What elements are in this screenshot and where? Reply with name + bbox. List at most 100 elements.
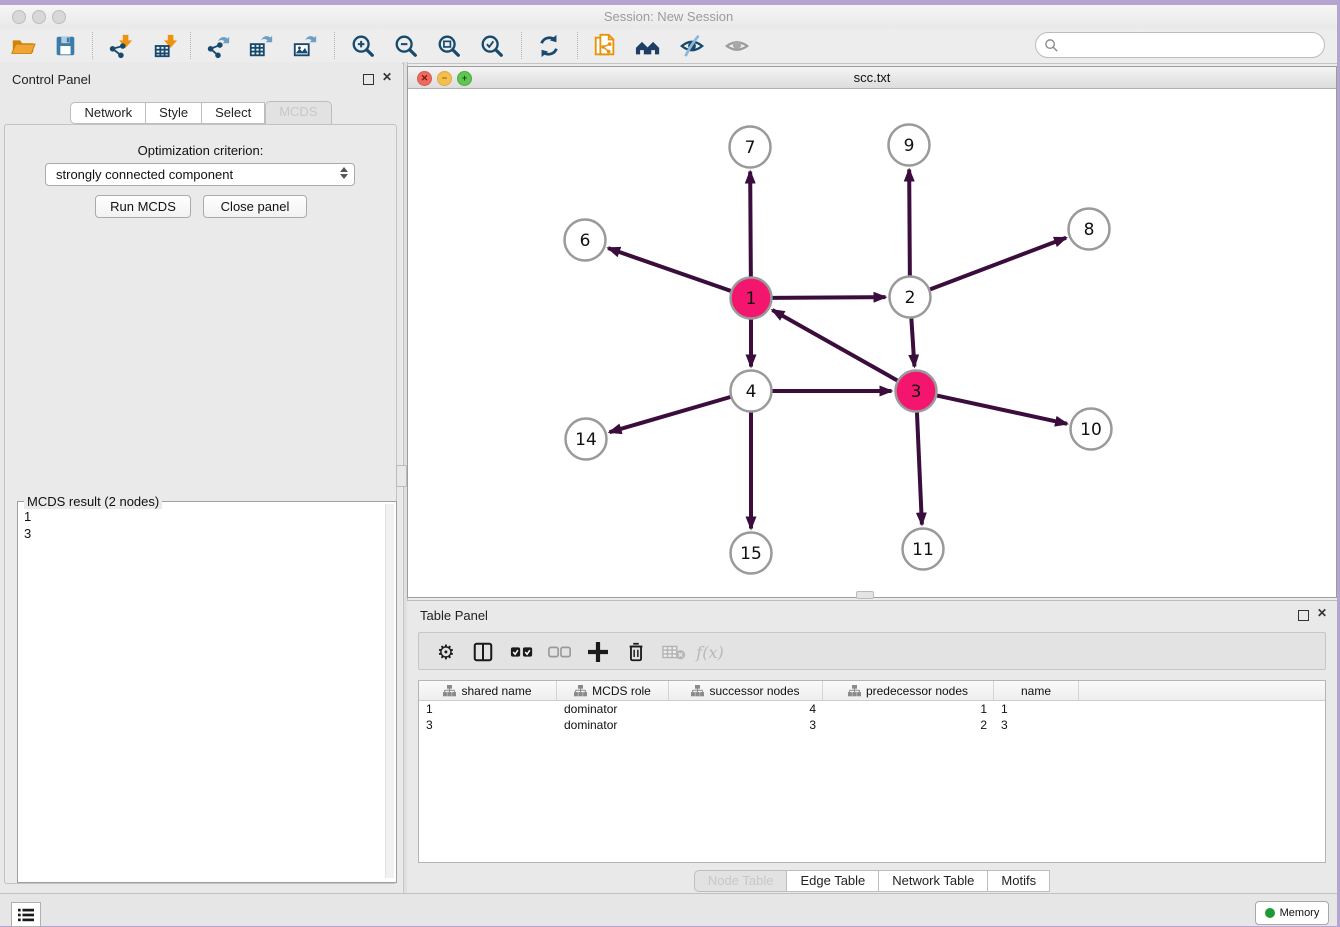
network-minimize-button[interactable]: −: [437, 71, 452, 86]
table-row-2[interactable]: 3dominator323: [419, 717, 1325, 733]
import-table-icon[interactable]: [150, 31, 180, 61]
graph-node-10[interactable]: 10: [1071, 409, 1112, 450]
criterion-dropdown[interactable]: strongly connected component: [45, 163, 355, 186]
graph-edge-1-7[interactable]: [750, 171, 751, 276]
graph-edge-2-9[interactable]: [909, 169, 910, 275]
create-column-icon[interactable]: [583, 637, 613, 667]
tab-select[interactable]: Select: [202, 102, 265, 124]
network-close-button[interactable]: ✕: [417, 71, 432, 86]
close-panel-icon[interactable]: ✕: [382, 70, 392, 84]
window-titlebar: Session: New Session: [0, 5, 1337, 29]
network-maximize-button[interactable]: +: [457, 71, 472, 86]
graph-node-3[interactable]: 3: [896, 371, 937, 412]
show-hidden-icon[interactable]: [722, 31, 752, 61]
search-box[interactable]: [1035, 32, 1325, 58]
tab-motifs[interactable]: Motifs: [988, 870, 1050, 892]
window-zoom-button[interactable]: [52, 10, 66, 24]
tab-edge-table[interactable]: Edge Table: [787, 870, 879, 892]
tab-network[interactable]: Network: [70, 102, 146, 124]
graph-edge-1-6[interactable]: [608, 248, 731, 291]
graph-edge-2-3[interactable]: [911, 318, 914, 366]
horizontal-splitter-handle[interactable]: [856, 591, 874, 599]
zoom-in-icon[interactable]: [348, 31, 378, 61]
zoom-fit-icon[interactable]: [434, 31, 464, 61]
mcds-result-text[interactable]: 1 3: [24, 508, 31, 542]
cell-mcds_role[interactable]: dominator: [557, 717, 669, 733]
close-panel-button[interactable]: Close panel: [203, 195, 307, 218]
vertical-splitter-handle[interactable]: [396, 465, 407, 487]
network-graph-canvas[interactable]: 7 9 6 8 1 2 4 3 14 10 15 11: [408, 89, 1336, 597]
function-builder-icon: f(x): [695, 637, 725, 667]
save-session-icon[interactable]: [50, 31, 80, 61]
table-panel-title: Table Panel: [420, 608, 488, 623]
float-table-panel-button[interactable]: [1298, 608, 1309, 626]
window-close-button[interactable]: [12, 10, 26, 24]
cell-shared_name[interactable]: 3: [419, 717, 557, 733]
search-input[interactable]: [1064, 37, 1324, 54]
graph-edge-3-1[interactable]: [772, 310, 897, 380]
graph-node-14[interactable]: 14: [566, 419, 607, 460]
graph-edge-2-8[interactable]: [930, 238, 1066, 290]
graph-edge-3-11[interactable]: [917, 412, 922, 524]
close-table-panel-icon[interactable]: ✕: [1317, 606, 1327, 620]
network-view-window: ✕ − + scc.txt 7 9 6 8 1 2 4 3 14 10 15 11: [407, 66, 1337, 598]
cell-mcds_role[interactable]: dominator: [557, 701, 669, 717]
hide-selected-icon[interactable]: [677, 31, 707, 61]
tab-mcds[interactable]: MCDS: [265, 101, 331, 125]
memory-button[interactable]: Memory: [1255, 901, 1329, 925]
column-header-mcds_role[interactable]: MCDS role: [557, 681, 669, 700]
graph-node-9[interactable]: 9: [889, 125, 930, 166]
tab-node-table[interactable]: Node Table: [694, 870, 788, 892]
tab-style[interactable]: Style: [146, 102, 202, 124]
column-header-predecessor_nodes[interactable]: predecessor nodes: [823, 681, 994, 700]
import-network-icon[interactable]: [105, 31, 135, 61]
svg-text:7: 7: [745, 138, 756, 158]
cell-predecessor_nodes[interactable]: 1: [823, 701, 994, 717]
export-image-icon[interactable]: [290, 31, 320, 61]
first-neighbors-icon[interactable]: [633, 31, 663, 61]
run-mcds-button[interactable]: Run MCDS: [95, 195, 191, 218]
table-row-1[interactable]: 1dominator411: [419, 701, 1325, 717]
result-scrollbar[interactable]: [385, 504, 394, 878]
network-window-titlebar[interactable]: ✕ − + scc.txt: [408, 67, 1336, 89]
graph-node-2[interactable]: 2: [890, 277, 931, 318]
refresh-view-icon[interactable]: [534, 31, 564, 61]
memory-status-icon: [1265, 908, 1275, 918]
graph-edge-1-2[interactable]: [772, 297, 885, 298]
graph-node-6[interactable]: 6: [565, 220, 606, 261]
cell-name[interactable]: 3: [994, 717, 1079, 733]
export-table-icon[interactable]: [246, 31, 276, 61]
svg-text:11: 11: [912, 540, 934, 560]
cell-successor_nodes[interactable]: 4: [669, 701, 823, 717]
table-settings-gear-icon[interactable]: ⚙: [431, 637, 461, 667]
float-panel-button[interactable]: [363, 72, 374, 90]
export-network-icon[interactable]: [203, 31, 233, 61]
select-all-columns-icon[interactable]: [507, 637, 537, 667]
zoom-selected-icon[interactable]: [477, 31, 507, 61]
column-header-shared_name[interactable]: shared name: [419, 681, 557, 700]
unselect-all-columns-icon[interactable]: [545, 637, 575, 667]
graph-node-7[interactable]: 7: [730, 127, 771, 168]
cell-name[interactable]: 1: [994, 701, 1079, 717]
delete-column-trash-icon[interactable]: [621, 637, 651, 667]
column-header-name[interactable]: name: [994, 681, 1079, 700]
main-toolbar: [0, 29, 1337, 64]
cell-successor_nodes[interactable]: 3: [669, 717, 823, 733]
cell-shared_name[interactable]: 1: [419, 701, 557, 717]
open-session-icon[interactable]: [8, 31, 38, 61]
show-columns-icon[interactable]: [468, 637, 498, 667]
graph-node-1[interactable]: 1: [731, 278, 772, 319]
graph-edge-4-14[interactable]: [610, 397, 731, 432]
clone-network-icon[interactable]: [590, 31, 620, 61]
task-history-button[interactable]: [11, 902, 41, 927]
graph-node-15[interactable]: 15: [731, 533, 772, 574]
column-header-successor_nodes[interactable]: successor nodes: [669, 681, 823, 700]
graph-edge-3-10[interactable]: [937, 396, 1067, 424]
window-minimize-button[interactable]: [32, 10, 46, 24]
zoom-out-icon[interactable]: [391, 31, 421, 61]
graph-node-11[interactable]: 11: [903, 529, 944, 570]
cell-predecessor_nodes[interactable]: 2: [823, 717, 994, 733]
graph-node-4[interactable]: 4: [731, 371, 772, 412]
tab-network-table[interactable]: Network Table: [879, 870, 988, 892]
graph-node-8[interactable]: 8: [1069, 209, 1110, 250]
